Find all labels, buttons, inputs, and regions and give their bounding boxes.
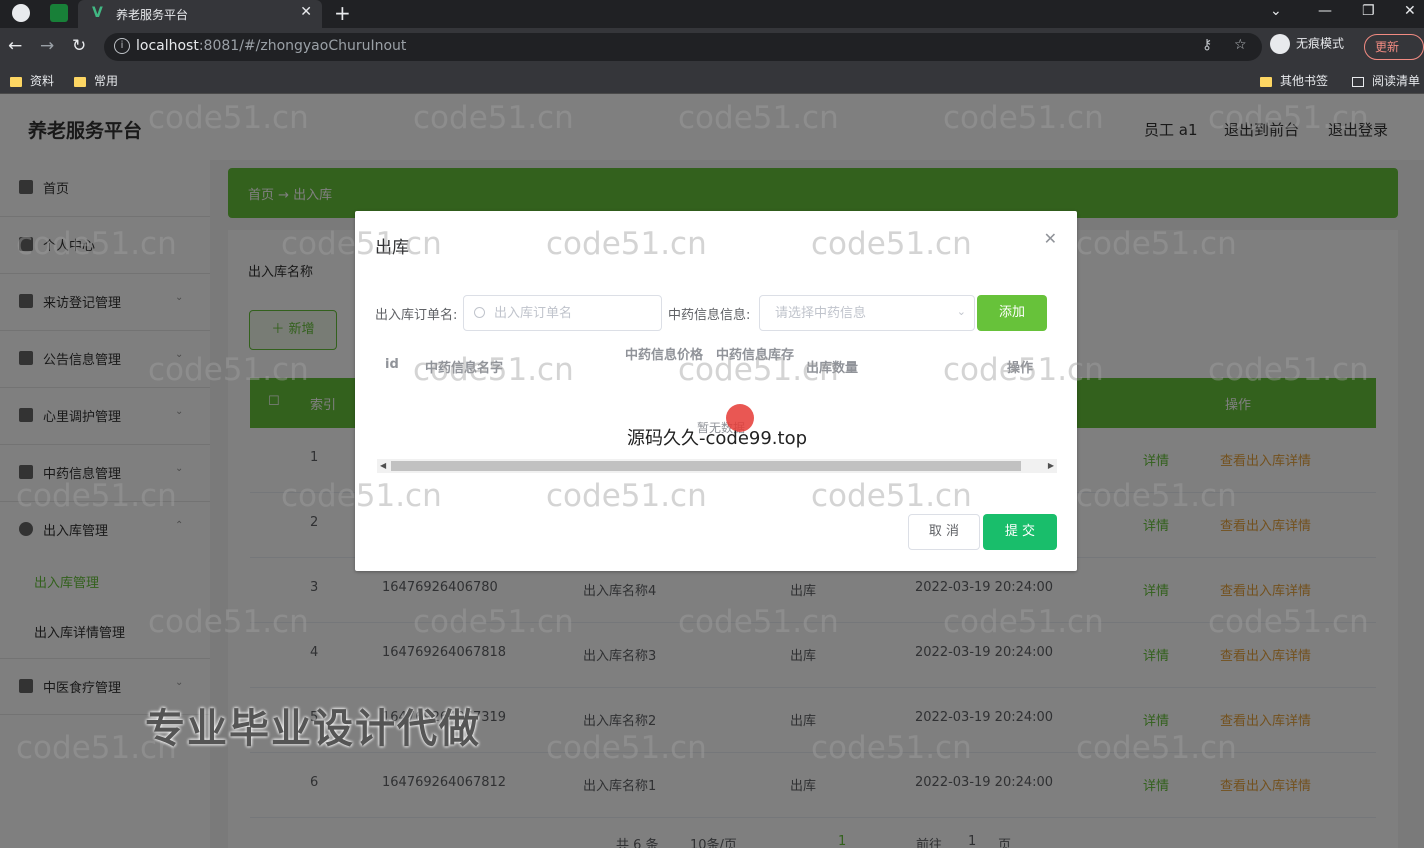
key-icon[interactable]: ⚷ <box>1202 37 1212 53</box>
new-tab-icon[interactable]: + <box>334 1 351 25</box>
incognito-indicator[interactable]: 无痕模式 <box>1270 34 1344 54</box>
dialog-col-price: 中药信息价格 <box>625 348 704 363</box>
dialog-col-stock: 中药信息库存 <box>716 348 795 363</box>
dialog-col-quantity: 出库数量 <box>806 361 859 376</box>
vue-favicon-icon: V <box>92 5 103 21</box>
back-icon[interactable]: ← <box>8 36 22 56</box>
horizontal-scrollbar[interactable]: ◀ ▶ <box>377 459 1057 473</box>
bookmark-folder-1[interactable]: 资料 <box>10 72 54 89</box>
browser-tab-active[interactable]: V 养老服务平台 ✕ <box>78 0 322 28</box>
tab-search-chevron-icon[interactable]: ⌄ <box>1270 3 1282 19</box>
bookmark-folder-2[interactable]: 常用 <box>74 72 118 89</box>
medicine-label: 中药信息信息: <box>668 308 751 323</box>
submit-button[interactable]: 提 交 <box>983 514 1057 550</box>
reading-list-icon <box>1352 76 1364 87</box>
bookmarks-bar: 资料 常用 其他书签 阅读清单 <box>0 66 1424 94</box>
incognito-label: 无痕模式 <box>1296 36 1345 51</box>
order-name-field[interactable] <box>463 295 662 331</box>
reload-icon[interactable]: ↻ <box>72 36 86 56</box>
address-bar: ← → ↻ i localhost:8081/#/zhongyaoChuruIn… <box>0 28 1424 78</box>
promo-banner: 专业毕业设计代做 <box>145 706 481 752</box>
search-icon <box>474 307 485 318</box>
dialog-col-name: 中药信息名字 <box>425 361 504 376</box>
outbound-dialog: 出库 ✕ 出入库订单名: 中药信息信息: ⌄ 添加 id 中药信息名字 中药信息… <box>355 211 1077 571</box>
folder-icon <box>1260 76 1272 87</box>
chevron-down-icon: ⌄ <box>956 305 966 318</box>
dialog-title: 出库 <box>375 238 409 258</box>
browser-tab-bar: V 养老服务平台 ✕ + ⌄ — ❐ ✕ <box>0 0 1424 28</box>
cancel-button[interactable]: 取 消 <box>908 514 980 550</box>
medicine-select[interactable]: ⌄ <box>759 295 975 331</box>
tab-close-icon[interactable]: ✕ <box>300 4 312 20</box>
incognito-icon <box>1270 34 1290 54</box>
order-name-input[interactable] <box>464 296 661 330</box>
order-name-label: 出入库订单名: <box>375 308 458 323</box>
omnibox[interactable]: i localhost:8081/#/zhongyaoChuruInout ⚷ … <box>104 33 1262 61</box>
bookmark-label: 资料 <box>30 74 55 88</box>
dialog-col-action: 操作 <box>1007 361 1034 376</box>
window-close-icon[interactable]: ✕ <box>1404 3 1416 19</box>
close-icon[interactable]: ✕ <box>1044 229 1057 248</box>
star-icon[interactable]: ☆ <box>1234 37 1247 53</box>
forward-icon[interactable]: → <box>40 36 54 56</box>
source-overlay-text: 源码久久-code99.top <box>627 428 808 449</box>
minimize-icon[interactable]: — <box>1318 3 1332 19</box>
reading-list[interactable]: 阅读清单 <box>1352 72 1420 89</box>
site-info-icon[interactable]: i <box>114 38 130 54</box>
scroll-thumb[interactable] <box>391 461 1021 471</box>
scroll-right-icon[interactable]: ▶ <box>1048 459 1054 473</box>
dialog-col-id: id <box>385 357 399 372</box>
update-button[interactable]: 更新 ⋮ <box>1364 34 1424 78</box>
browser-app-icon[interactable] <box>12 4 30 22</box>
bookmark-label: 其他书签 <box>1280 74 1329 88</box>
restore-icon[interactable]: ❐ <box>1362 3 1375 19</box>
bookmark-label: 常用 <box>94 74 119 88</box>
add-medicine-button[interactable]: 添加 <box>977 295 1047 331</box>
url-path: :8081/#/zhongyaoChuruInout <box>198 38 407 54</box>
folder-icon <box>74 76 86 87</box>
scroll-left-icon[interactable]: ◀ <box>380 459 386 473</box>
url-host: localhost <box>136 38 199 54</box>
update-label: 更新 <box>1375 40 1400 54</box>
bookmark-label: 阅读清单 <box>1372 74 1421 88</box>
other-bookmarks[interactable]: 其他书签 <box>1260 72 1328 89</box>
tab-title: 养老服务平台 <box>116 8 189 22</box>
medicine-select-input[interactable] <box>760 296 974 330</box>
sheet-tab-icon[interactable] <box>50 4 68 22</box>
url-text[interactable]: localhost:8081/#/zhongyaoChuruInout <box>136 38 406 54</box>
folder-icon <box>10 76 22 87</box>
